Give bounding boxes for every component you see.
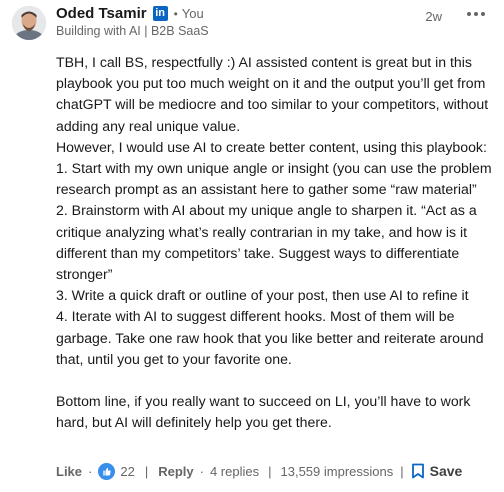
impressions-count[interactable]: 13,559 impressions: [281, 464, 394, 479]
separator-dot: •: [173, 6, 178, 21]
comment-paragraph: TBH, I call BS, respectfully :) AI assis…: [56, 54, 489, 134]
author-relation: You: [181, 6, 204, 21]
divider: |: [268, 463, 272, 479]
comment-paragraph: However, I would use AI to create better…: [56, 138, 487, 155]
comment-paragraph: 1. Start with my own unique angle or ins…: [56, 160, 492, 198]
author-name[interactable]: Oded Tsamir: [56, 5, 147, 22]
replies-count-link[interactable]: 4 replies: [210, 464, 259, 479]
reply-button[interactable]: Reply: [158, 464, 193, 479]
author-avatar[interactable]: [12, 6, 46, 40]
divider: |: [400, 463, 404, 479]
linkedin-premium-icon: in: [152, 6, 168, 21]
avatar-photo: [12, 6, 46, 40]
comment-paragraph: 3. Write a quick draft or outline of you…: [56, 287, 469, 304]
comment-timestamp: 2w: [425, 9, 442, 24]
divider: |: [144, 463, 149, 479]
author-headline: Building with AI | B2B SaaS: [56, 24, 209, 38]
like-reaction-icon: [98, 462, 116, 480]
comment-body: TBH, I call BS, respectfully :) AI assis…: [56, 52, 496, 434]
comment-paragraph: 4. Iterate with AI to suggest different …: [56, 308, 484, 367]
reaction-count: 22: [120, 463, 135, 479]
comment-paragraph: 2. Brainstorm with AI about my unique an…: [56, 202, 477, 283]
separator-dot: ·: [88, 463, 93, 479]
more-options-icon[interactable]: [462, 4, 490, 24]
separator-dot: ·: [199, 463, 204, 479]
like-button[interactable]: Like: [56, 464, 82, 479]
save-button[interactable]: Save: [411, 463, 463, 479]
comment-actions: Like · 22 | Reply · 4 replies | 13,559 i…: [56, 460, 462, 482]
reactions-summary[interactable]: 22: [98, 462, 135, 480]
bookmark-icon: [411, 463, 424, 479]
save-label: Save: [429, 463, 463, 479]
comment-paragraph: Bottom line, if you really want to succe…: [56, 393, 471, 431]
